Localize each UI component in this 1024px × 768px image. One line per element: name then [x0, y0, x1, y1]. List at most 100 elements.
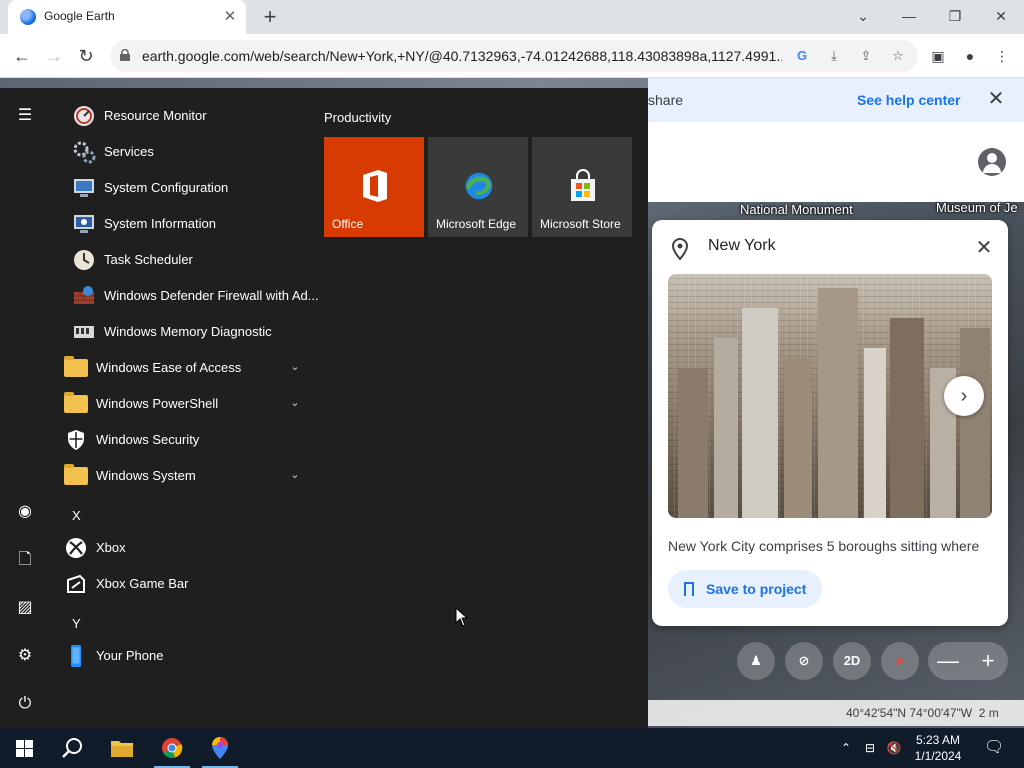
install-app-icon[interactable]: ⤓ — [824, 46, 844, 66]
pictures-icon[interactable]: ▨ — [13, 596, 37, 620]
url-text[interactable]: earth.google.com/web/search/New+York,+NY… — [142, 48, 782, 64]
app-system-information[interactable]: System Information — [50, 206, 312, 242]
volume-muted-icon[interactable]: 🔇 — [886, 740, 902, 756]
settings-gear-icon[interactable]: ⚙ — [13, 644, 37, 668]
app-system-configuration[interactable]: System Configuration — [50, 170, 312, 206]
app-windows-security[interactable]: Windows Security — [50, 422, 312, 458]
user-account-icon[interactable]: ◉ — [13, 500, 37, 524]
google-earth-pwa-button[interactable] — [196, 728, 244, 768]
app-services[interactable]: Services — [50, 134, 312, 170]
office-icon — [363, 170, 387, 202]
profile-avatar-icon[interactable]: ● — [958, 44, 982, 68]
compass-icon[interactable]: ➤ — [881, 642, 919, 680]
side-panel-icon[interactable]: ▣ — [926, 44, 950, 68]
back-arrow-icon[interactable]: ← — [8, 42, 36, 70]
map-label[interactable]: Museum of Je — [936, 200, 1018, 215]
minimize-button[interactable]: — — [886, 0, 932, 32]
tab-search-icon[interactable]: ⌄ — [840, 0, 886, 32]
phone-icon — [71, 645, 81, 667]
restore-button[interactable]: ❐ — [932, 0, 978, 32]
bookmark-star-icon[interactable]: ☆ — [888, 46, 908, 66]
show-hidden-icons-chevron-icon[interactable]: ⌃ — [838, 740, 854, 756]
next-photo-button[interactable]: › — [944, 376, 984, 416]
lock-icon — [120, 49, 130, 61]
shield-icon — [68, 430, 84, 450]
toggle-2d-button[interactable]: 2D — [833, 642, 871, 680]
letter-header-x[interactable]: X — [72, 508, 81, 523]
app-your-phone[interactable]: Your Phone — [50, 638, 312, 674]
taskbar-clock[interactable]: 5:23 AM 1/1/2024 — [910, 732, 966, 764]
hamburger-menu-icon[interactable]: ☰ — [13, 104, 37, 128]
power-icon[interactable]: ⏻ — [13, 692, 37, 716]
place-card: New York ✕ › New York City comprises 5 b… — [652, 220, 1008, 626]
task-scheduler-clock-icon — [74, 250, 94, 270]
see-help-center-link[interactable]: See help center — [857, 92, 961, 108]
chevron-down-icon[interactable]: ⌄ — [288, 468, 302, 482]
google-earth-pin-icon — [212, 737, 228, 759]
save-to-project-label: Save to project — [706, 581, 807, 597]
account-icon[interactable] — [978, 148, 1006, 176]
network-icon[interactable]: ⊟ — [862, 740, 878, 756]
system-configuration-icon — [74, 179, 94, 197]
share-icon[interactable]: ⇪ — [856, 46, 876, 66]
zoom-controls: — + — [928, 642, 1008, 680]
notifications-icon[interactable]: 🗨 — [984, 740, 1004, 756]
xbox-game-bar-icon — [67, 574, 85, 593]
app-resource-monitor[interactable]: Resource Monitor — [50, 98, 312, 134]
new-york-aerial-photo[interactable]: › — [668, 274, 992, 518]
chrome-icon — [162, 738, 183, 758]
app-windows-memory-diagnostic[interactable]: Windows Memory Diagnostic — [50, 314, 312, 350]
app-task-scheduler[interactable]: Task Scheduler — [50, 242, 312, 278]
search-button[interactable] — [48, 728, 96, 768]
reload-icon[interactable]: ↻ — [72, 42, 100, 70]
services-gear-icon — [73, 141, 96, 164]
search-icon — [62, 738, 82, 758]
folder-windows-powershell[interactable]: Windows PowerShell ⌄ — [50, 386, 312, 422]
tab-close-icon[interactable]: ✕ — [220, 7, 240, 27]
address-bar[interactable]: earth.google.com/web/search/New+York,+NY… — [110, 40, 918, 72]
folder-icon — [64, 464, 88, 485]
help-banner: share See help center ✕ — [648, 78, 1024, 122]
resource-monitor-icon — [74, 106, 94, 126]
edge-browser-icon — [465, 172, 493, 200]
file-explorer-button[interactable] — [98, 728, 146, 768]
folder-windows-ease-of-access[interactable]: Windows Ease of Access ⌄ — [50, 350, 312, 386]
recenter-location-icon[interactable]: ⊘ — [785, 642, 823, 680]
google-lens-icon[interactable]: G — [792, 46, 812, 66]
tile-office[interactable]: Office — [324, 137, 424, 237]
card-close-icon[interactable]: ✕ — [970, 234, 998, 262]
coordinate-bar: 40°42'54"N 74°00'47"W 2 m — [648, 700, 1024, 726]
chevron-down-icon[interactable]: ⌄ — [288, 396, 302, 410]
mouse-cursor-icon — [455, 607, 469, 627]
app-windows-defender-firewall[interactable]: Windows Defender Firewall with Ad... — [50, 278, 319, 314]
app-xbox-game-bar[interactable]: Xbox Game Bar — [50, 566, 312, 602]
clock-date: 1/1/2024 — [914, 749, 962, 763]
folder-windows-system[interactable]: Windows System ⌄ — [50, 458, 312, 494]
zoom-in-button[interactable]: + — [968, 642, 1008, 680]
start-button[interactable] — [0, 728, 48, 768]
tab-title: Google Earth — [44, 9, 115, 23]
clock-time: 5:23 AM — [915, 733, 961, 747]
zoom-out-button[interactable]: — — [928, 642, 968, 680]
menu-kebab-icon[interactable]: ⋮ — [990, 44, 1014, 68]
tile-microsoft-store[interactable]: Microsoft Store — [532, 137, 632, 237]
map-label[interactable]: National Monument — [740, 202, 853, 217]
tab-google-earth[interactable]: Google Earth ✕ — [8, 0, 246, 34]
pegman-street-view-icon[interactable]: ♟ — [737, 642, 775, 680]
documents-icon[interactable]: 🗋 — [13, 548, 37, 572]
forward-arrow-icon[interactable]: → — [40, 42, 68, 70]
banner-close-icon[interactable]: ✕ — [984, 87, 1008, 111]
letter-header-y[interactable]: Y — [72, 616, 81, 631]
tile-microsoft-edge[interactable]: Microsoft Edge — [428, 137, 528, 237]
chevron-down-icon[interactable]: ⌄ — [288, 360, 302, 374]
location-pin-icon — [671, 238, 689, 260]
tiles-group-header[interactable]: Productivity — [324, 110, 391, 125]
save-to-project-button[interactable]: Save to project — [668, 570, 822, 608]
chrome-button[interactable] — [148, 728, 196, 768]
banner-text: share — [648, 92, 684, 108]
app-xbox[interactable]: Xbox — [50, 530, 312, 566]
new-tab-button[interactable]: + — [258, 5, 282, 29]
close-window-button[interactable]: ✕ — [978, 0, 1024, 32]
scale-readout: 2 m — [978, 706, 999, 720]
place-description: New York City comprises 5 boroughs sitti… — [668, 538, 980, 554]
